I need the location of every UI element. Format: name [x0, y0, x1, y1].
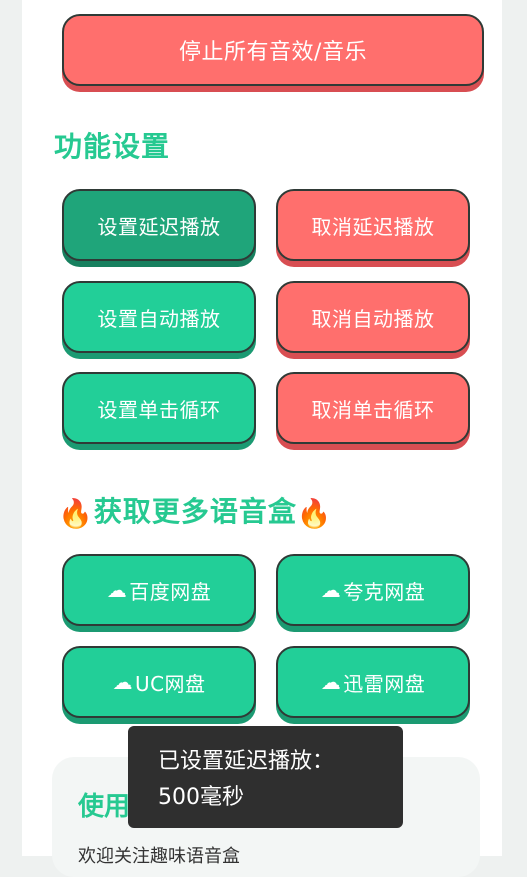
set-autoplay-button[interactable]: 设置自动播放 — [62, 281, 256, 353]
cloud-icon: ☁ — [112, 670, 133, 694]
more-voice-boxes-title: 🔥获取更多语音盒🔥 — [58, 490, 333, 530]
usage-title: 使用 — [78, 792, 131, 822]
stop-all-button[interactable]: 停止所有音效/音乐 — [62, 14, 484, 86]
cancel-click-loop-button[interactable]: 取消单击循环 — [276, 372, 470, 444]
quark-pan-button[interactable]: ☁ 夸克网盘 — [276, 554, 470, 626]
xunlei-pan-button[interactable]: ☁ 迅雷网盘 — [276, 646, 470, 718]
cloud-icon: ☁ — [106, 578, 128, 602]
fire-icon: 🔥 — [58, 496, 94, 530]
cloud-icon: ☁ — [320, 670, 342, 694]
baidu-pan-button[interactable]: ☁ 百度网盘 — [62, 554, 256, 626]
cancel-delay-button[interactable]: 取消延迟播放 — [276, 189, 470, 261]
set-delay-button[interactable]: 设置延迟播放 — [62, 189, 256, 261]
set-click-loop-button[interactable]: 设置单击循环 — [62, 372, 256, 444]
uc-pan-label: UC网盘 — [134, 671, 206, 696]
function-settings-title: 功能设置 — [54, 130, 171, 163]
toast-message: 已设置延迟播放： 500毫秒 — [128, 726, 403, 828]
xunlei-pan-label: 迅雷网盘 — [343, 671, 426, 696]
cloud-icon: ☁ — [320, 578, 342, 602]
more-voice-boxes-label: 获取更多语音盒 — [93, 495, 297, 528]
cancel-autoplay-button[interactable]: 取消自动播放 — [276, 281, 470, 353]
welcome-text: 欢迎关注趣味语音盒 — [78, 846, 240, 867]
toast-line-1: 已设置延迟播放： — [158, 749, 335, 774]
toast-line-2: 500毫秒 — [158, 785, 244, 810]
quark-pan-label: 夸克网盘 — [343, 579, 426, 604]
uc-pan-button[interactable]: ☁ UC网盘 — [62, 646, 256, 718]
baidu-pan-label: 百度网盘 — [129, 579, 212, 604]
fire-icon: 🔥 — [296, 496, 333, 530]
